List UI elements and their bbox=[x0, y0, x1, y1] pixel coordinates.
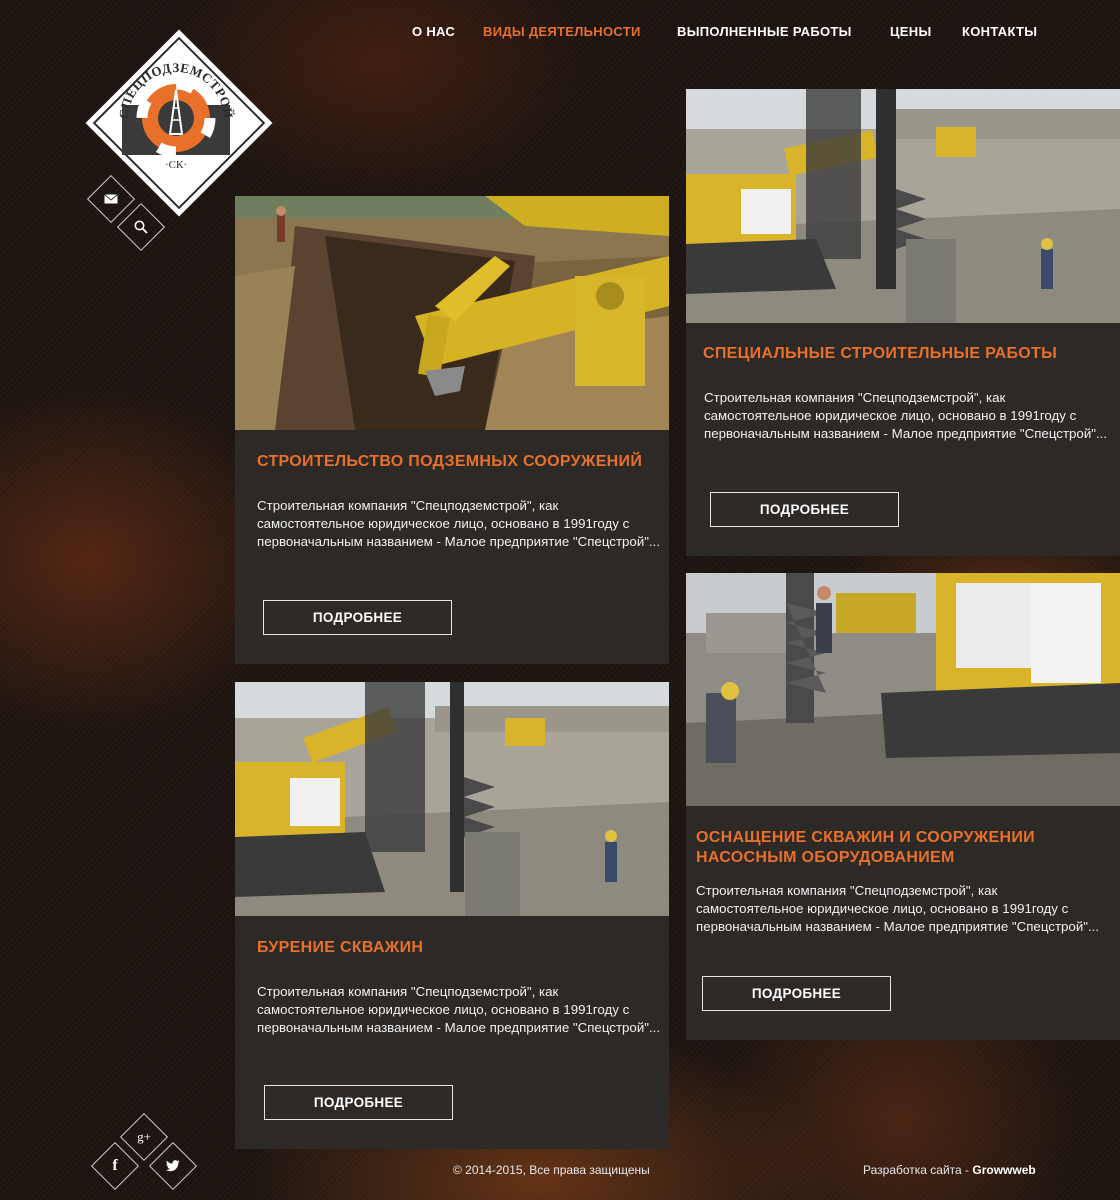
card-photo-trench bbox=[235, 196, 669, 430]
developer-link[interactable]: Growwweb bbox=[972, 1163, 1035, 1177]
facebook-icon: f bbox=[112, 1157, 118, 1174]
service-card-special-works: СПЕЦИАЛЬНЫЕ СТРОИТЕЛЬНЫЕ РАБОТЫ Строител… bbox=[686, 89, 1120, 556]
footer-developer-prefix: Разработка сайта - bbox=[863, 1163, 973, 1177]
card-photo-drilling-rig bbox=[686, 89, 1120, 323]
card-photo-drilling-site bbox=[235, 682, 669, 916]
card-title: СПЕЦИАЛЬНЫЕ СТРОИТЕЛЬНЫЕ РАБОТЫ bbox=[703, 345, 1058, 362]
envelope-icon bbox=[95, 183, 127, 215]
nav-item-activities[interactable]: ВИДЫ ДЕЯТЕЛЬНОСТИ bbox=[483, 24, 641, 39]
nav-item-prices[interactable]: ЦЕНЫ bbox=[890, 24, 931, 39]
more-button[interactable]: ПОДРОБНЕЕ bbox=[264, 1085, 453, 1120]
more-button[interactable]: ПОДРОБНЕЕ bbox=[263, 600, 452, 635]
card-photo-auger-crew bbox=[686, 573, 1120, 806]
search-button[interactable] bbox=[116, 202, 166, 252]
nav-item-contacts[interactable]: КОНТАКТЫ bbox=[962, 24, 1037, 39]
more-button[interactable]: ПОДРОБНЕЕ bbox=[702, 976, 891, 1011]
card-text: Строительная компания "Спецподземстрой",… bbox=[257, 498, 661, 549]
footer-copyright: © 2014-2015, Все права защищены bbox=[453, 1163, 650, 1177]
card-text: Строительная компания "Спецподземстрой",… bbox=[257, 984, 661, 1035]
search-icon bbox=[125, 211, 157, 243]
card-title: СТРОИТЕЛЬСТВО ПОДЗЕМНЫХ СООРУЖЕНИЙ bbox=[257, 453, 643, 470]
more-button[interactable]: ПОДРОБНЕЕ bbox=[710, 492, 899, 527]
card-text: Строительная компания "Спецподземстрой",… bbox=[704, 390, 1108, 441]
card-title: ОСНАЩЕНИЕ СКВАЖИН И СООРУЖЕНИИ НАСОСНЫМ … bbox=[696, 829, 1035, 866]
service-card-well-drilling: БУРЕНИЕ СКВАЖИН Строительная компания "С… bbox=[235, 682, 669, 1149]
gplus-icon: g+ bbox=[137, 1129, 151, 1144]
service-card-underground: СТРОИТЕЛЬСТВО ПОДЗЕМНЫХ СООРУЖЕНИЙ Строи… bbox=[235, 196, 669, 664]
logo-initials: ·СК· bbox=[165, 159, 187, 171]
nav-item-completed-works[interactable]: ВЫПОЛНЕННЫЕ РАБОТЫ bbox=[677, 24, 852, 39]
twitter-icon bbox=[157, 1150, 189, 1182]
service-card-pump-equipment: ОСНАЩЕНИЕ СКВАЖИН И СООРУЖЕНИИ НАСОСНЫМ … bbox=[686, 573, 1120, 1040]
footer-developer: Разработка сайта - Growwweb bbox=[863, 1163, 1036, 1177]
twitter-button[interactable] bbox=[148, 1141, 198, 1191]
card-title: БУРЕНИЕ СКВАЖИН bbox=[257, 939, 424, 956]
nav-item-about[interactable]: О НАС bbox=[412, 24, 455, 39]
card-text: Строительная компания "Спецподземстрой",… bbox=[696, 883, 1100, 934]
